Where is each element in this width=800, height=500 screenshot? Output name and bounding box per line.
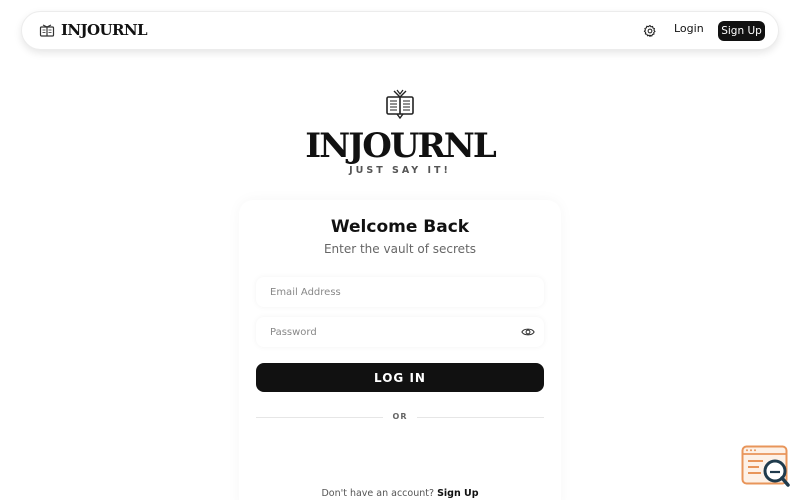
gear-icon[interactable] [643, 24, 657, 38]
divider-line-right [417, 417, 544, 418]
signup-prompt: Don't have an account? Sign Up [239, 488, 561, 499]
login-button[interactable]: LOG IN [256, 363, 544, 392]
divider-label: OR [392, 412, 408, 421]
signup-prompt-text: Don't have an account? [321, 488, 435, 499]
divider-line-left [256, 417, 383, 418]
hero-tagline: JUST SAY IT! [349, 165, 451, 176]
top-navbar: INJOURNL Login Sign Up [21, 11, 779, 50]
open-book-icon [386, 89, 414, 119]
eye-icon[interactable] [521, 326, 535, 338]
signup-link[interactable]: Sign Up [437, 488, 478, 499]
login-link[interactable]: Login [674, 22, 704, 35]
nav-brand[interactable]: INJOURNL [61, 21, 148, 39]
email-field[interactable] [256, 277, 544, 307]
search-report-icon[interactable] [741, 445, 791, 489]
card-subtitle: Enter the vault of secrets [323, 242, 477, 256]
card-title: Welcome Back [330, 217, 470, 237]
hero-title: INJOURNL [305, 126, 497, 166]
password-field[interactable] [256, 317, 544, 347]
signup-button[interactable]: Sign Up [718, 21, 765, 41]
login-page: INJOURNL Login Sign Up INJOURNL JUST SAY… [0, 0, 800, 500]
login-card: Welcome Back Enter the vault of secrets … [239, 200, 561, 500]
book-icon [39, 24, 55, 37]
